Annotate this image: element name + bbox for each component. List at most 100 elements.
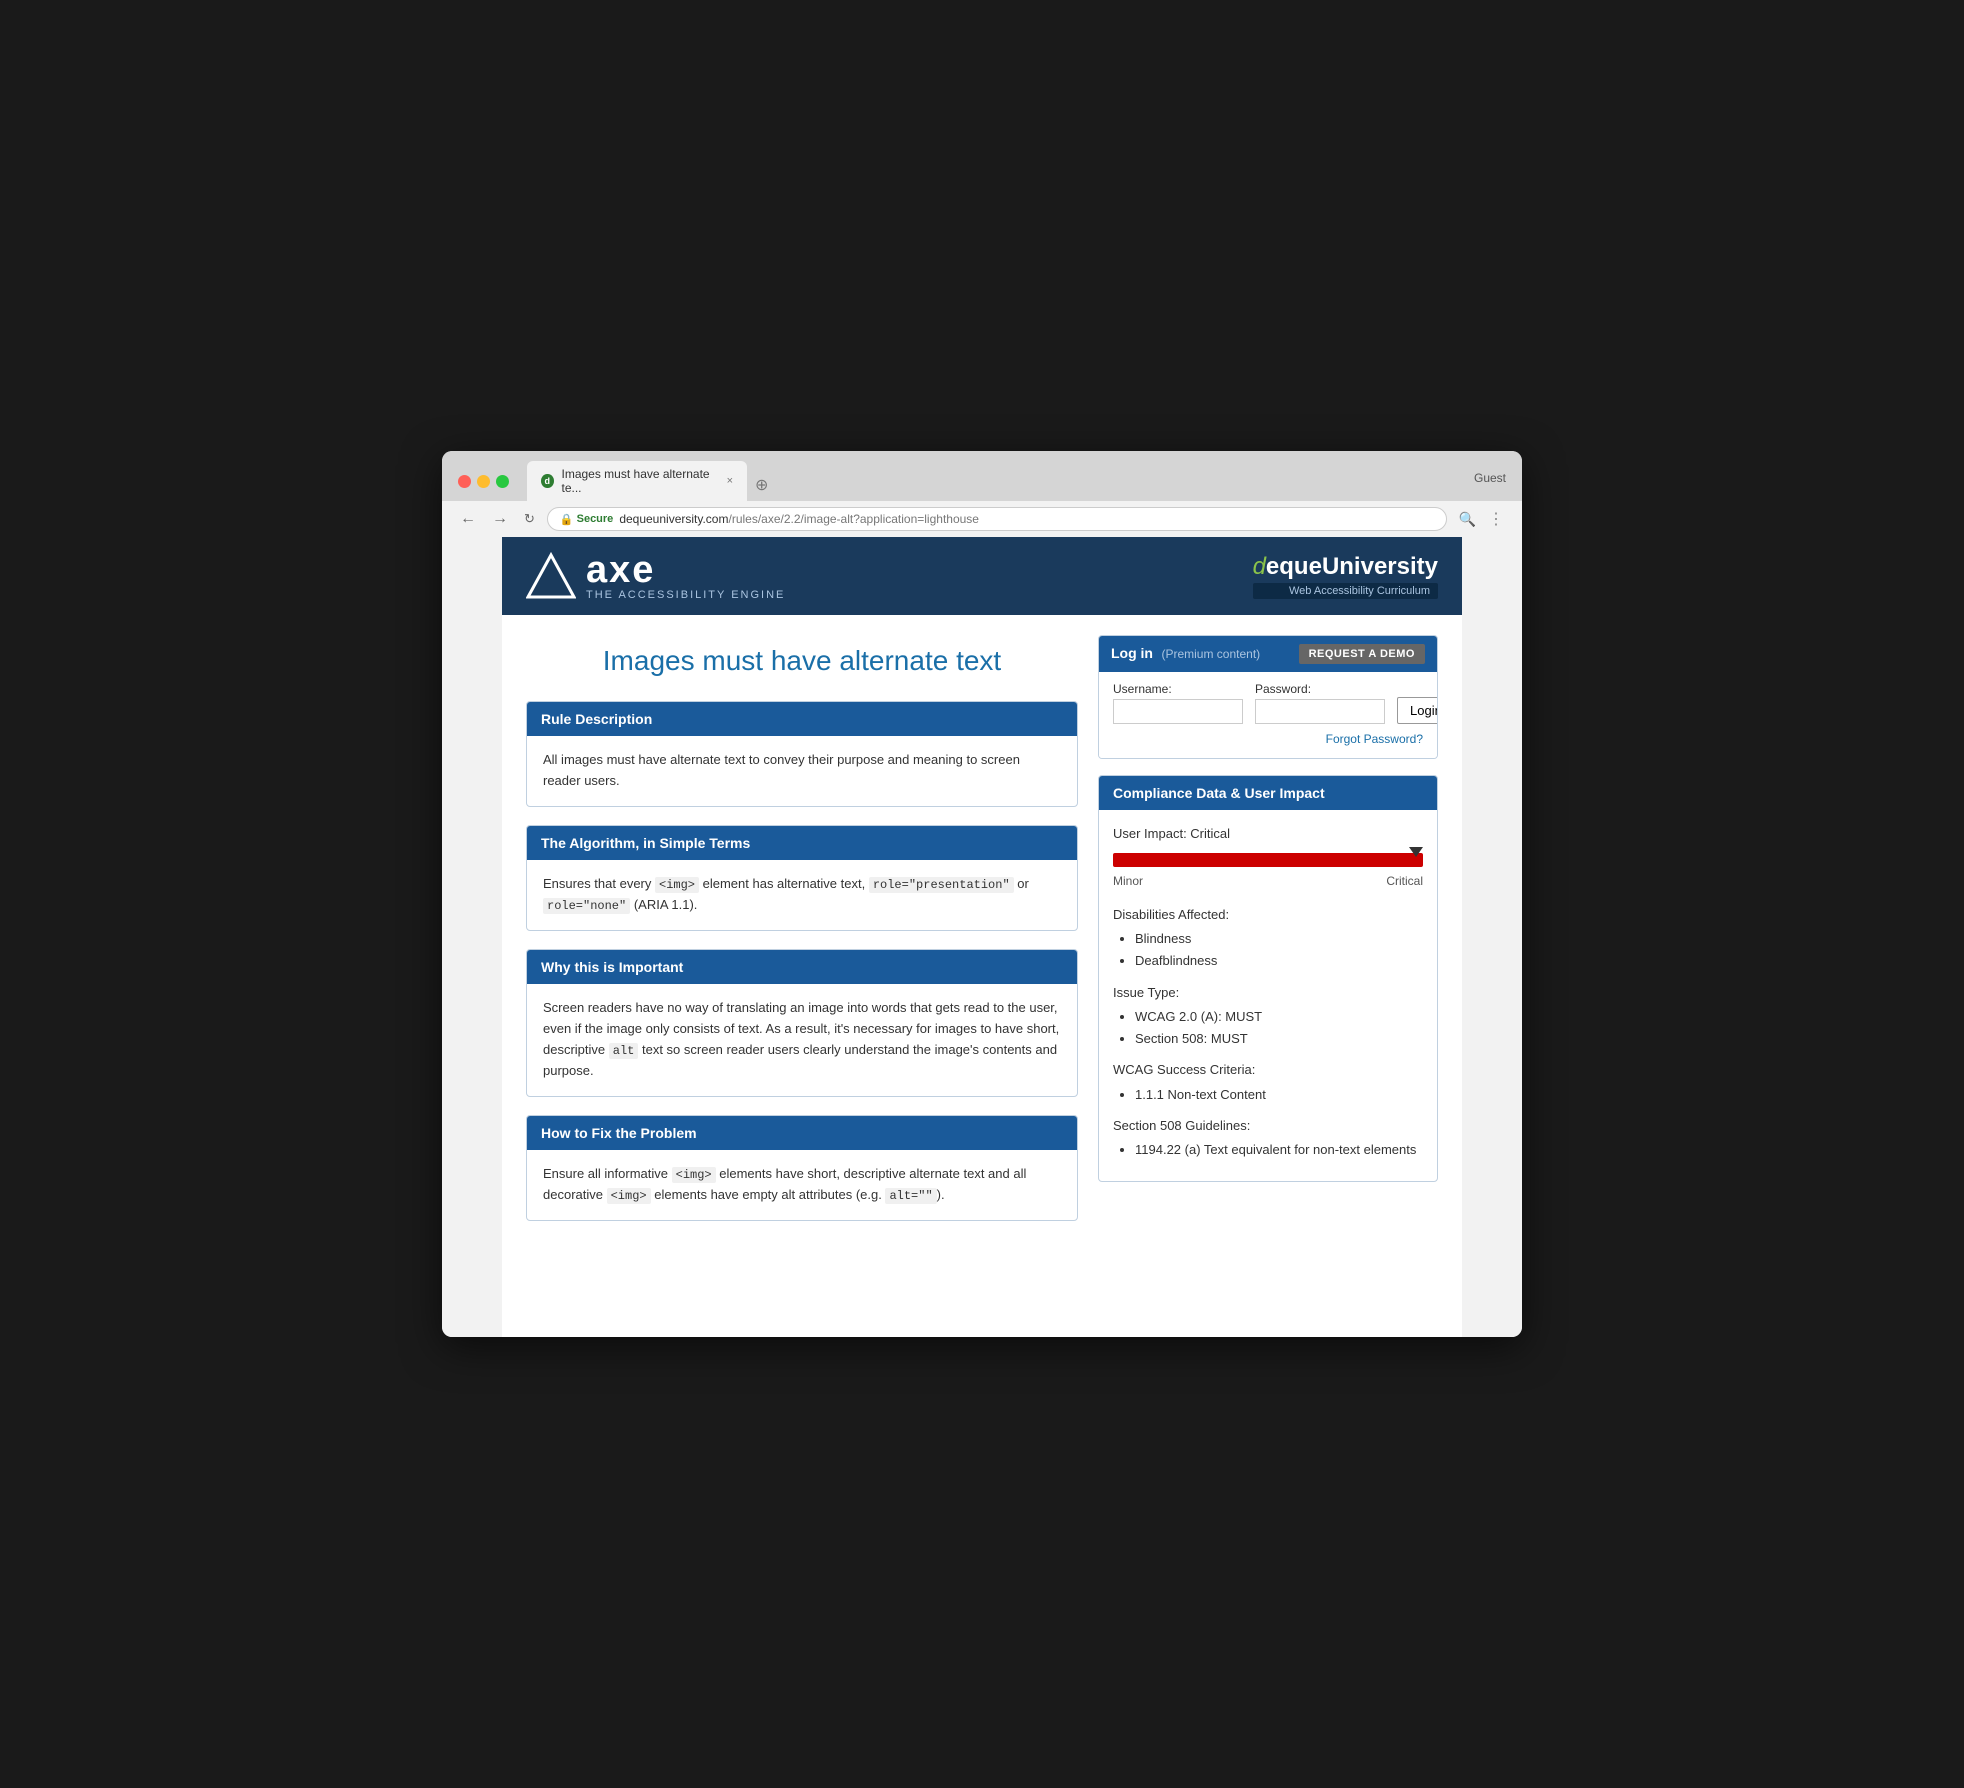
tab-area: d Images must have alternate te... × ⊕ [527,461,1464,501]
list-item: Section 508: MUST [1135,1028,1423,1050]
wcag-section: WCAG Success Criteria: 1.1.1 Non-text Co… [1113,1058,1423,1105]
axe-tagline: THE ACCESSIBILITY ENGINE [586,589,785,601]
importance-heading: Why this is Important [527,950,1077,984]
url-path: /rules/axe/2.2/image-alt?application=lig… [728,512,979,526]
close-button[interactable] [458,475,471,488]
list-item: Blindness [1135,928,1423,950]
axe-logo: axe THE ACCESSIBILITY ENGINE [526,551,785,601]
importance-text: Screen readers have no way of translatin… [543,998,1061,1082]
algorithm-card: The Algorithm, in Simple Terms Ensures t… [526,825,1078,931]
login-title: Log in (Premium content) [1111,645,1260,663]
forgot-password-link[interactable]: Forgot Password? [1113,732,1423,746]
fix-text: Ensure all informative <img> elements ha… [543,1164,1061,1206]
traffic-lights [458,475,509,488]
algorithm-heading: The Algorithm, in Simple Terms [527,826,1077,860]
axe-brand: axe THE ACCESSIBILITY ENGINE [586,551,785,601]
impact-bar-pointer [1409,847,1423,857]
importance-body: Screen readers have no way of translatin… [527,984,1077,1096]
login-panel: Log in (Premium content) REQUEST A DEMO … [1098,635,1438,759]
alt-empty-code: alt="" [885,1188,936,1204]
back-button[interactable]: ← [456,508,480,530]
search-icon[interactable]: 🔍 [1459,511,1476,528]
minimize-button[interactable] [477,475,490,488]
username-label: Username: [1113,682,1243,696]
section508-section: Section 508 Guidelines: 1194.22 (a) Text… [1113,1114,1423,1161]
disabilities-list: Blindness Deafblindness [1113,928,1423,972]
active-tab[interactable]: d Images must have alternate te... × [527,461,747,501]
issue-type-list: WCAG 2.0 (A): MUST Section 508: MUST [1113,1006,1423,1050]
issue-type-section: Issue Type: WCAG 2.0 (A): MUST Section 5… [1113,981,1423,1051]
page-title: Images must have alternate text [526,645,1078,677]
forward-button[interactable]: → [488,508,512,530]
role-none-code: role="none" [543,898,630,914]
tab-favicon: d [541,474,554,488]
fix-card: How to Fix the Problem Ensure all inform… [526,1115,1078,1221]
rule-description-card: Rule Description All images must have al… [526,701,1078,807]
section508-list: 1194.22 (a) Text equivalent for non-text… [1113,1139,1423,1161]
maximize-button[interactable] [496,475,509,488]
algorithm-body: Ensures that every <img> element has alt… [527,860,1077,930]
guest-label: Guest [1474,471,1506,491]
main-layout: Images must have alternate text Rule Des… [502,615,1462,1259]
fix-body: Ensure all informative <img> elements ha… [527,1150,1077,1220]
request-demo-button[interactable]: REQUEST A DEMO [1299,644,1425,664]
img-code-2: <img> [672,1167,716,1183]
tab-title: Images must have alternate te... [562,467,715,495]
secure-badge: 🔒 Secure [560,513,613,526]
minor-label: Minor [1113,871,1143,893]
username-field: Username: [1113,682,1243,724]
login-button[interactable]: Login [1397,697,1438,724]
critical-label: Critical [1386,871,1423,893]
impact-bar-labels: Minor Critical [1113,871,1423,893]
role-presentation-code: role="presentation" [869,877,1014,893]
disabilities-heading: Disabilities Affected: [1113,903,1423,926]
password-field: Password: [1255,682,1385,724]
menu-icon[interactable]: ⋮ [1484,507,1508,531]
secure-label: Secure [577,513,614,525]
browser-window: d Images must have alternate te... × ⊕ G… [442,451,1522,1337]
login-button-container: Login [1397,682,1438,724]
importance-card: Why this is Important Screen readers hav… [526,949,1078,1097]
algorithm-text: Ensures that every <img> element has alt… [543,874,1061,916]
login-fields: Username: Password: Login [1113,682,1423,724]
login-label: Log in [1111,645,1153,661]
tab-close-icon[interactable]: × [727,475,733,487]
reload-button[interactable]: ↻ [520,509,539,529]
page-wrapper: axe THE ACCESSIBILITY ENGINE dequeUniver… [502,537,1462,1337]
wcag-heading: WCAG Success Criteria: [1113,1058,1423,1081]
new-tab-button[interactable]: ⊕ [747,469,776,501]
deque-rest: equeUniversity [1266,553,1438,580]
alt-code: alt [609,1043,639,1059]
left-column: Images must have alternate text Rule Des… [526,635,1078,1239]
address-bar: ← → ↻ 🔒 Secure dequeuniversity.com/rules… [442,501,1522,537]
login-body: Username: Password: Login [1099,672,1437,758]
img-code-3: <img> [607,1188,651,1204]
deque-name-text: dequeUniversity [1253,553,1438,581]
login-header: Log in (Premium content) REQUEST A DEMO [1099,636,1437,672]
wcag-list: 1.1.1 Non-text Content [1113,1084,1423,1106]
list-item: WCAG 2.0 (A): MUST [1135,1006,1423,1028]
username-input[interactable] [1113,699,1243,724]
lock-icon: 🔒 [560,513,574,526]
password-label: Password: [1255,682,1385,696]
browser-titlebar: d Images must have alternate te... × ⊕ G… [442,451,1522,501]
compliance-panel: Compliance Data & User Impact User Impac… [1098,775,1438,1182]
browser-content: axe THE ACCESSIBILITY ENGINE dequeUniver… [442,537,1522,1337]
img-code-1: <img> [655,877,699,893]
deque-logo: dequeUniversity Web Accessibility Curric… [1253,553,1438,599]
compliance-body: User Impact: Critical Minor Critical [1099,810,1437,1181]
list-item: Deafblindness [1135,950,1423,972]
url-text: dequeuniversity.com/rules/axe/2.2/image-… [619,512,979,526]
impact-bar [1113,853,1423,867]
address-box[interactable]: 🔒 Secure dequeuniversity.com/rules/axe/2… [547,507,1447,531]
password-input[interactable] [1255,699,1385,724]
axe-triangle-icon [526,551,576,601]
fix-heading: How to Fix the Problem [527,1116,1077,1150]
user-impact-label: User Impact: Critical [1113,822,1423,845]
deque-d-letter: d [1253,553,1266,580]
section508-heading: Section 508 Guidelines: [1113,1114,1423,1137]
compliance-heading: Compliance Data & User Impact [1099,776,1437,810]
axe-name-text: axe [586,551,785,589]
right-column: Log in (Premium content) REQUEST A DEMO … [1098,635,1438,1239]
impact-bar-container [1113,853,1423,867]
